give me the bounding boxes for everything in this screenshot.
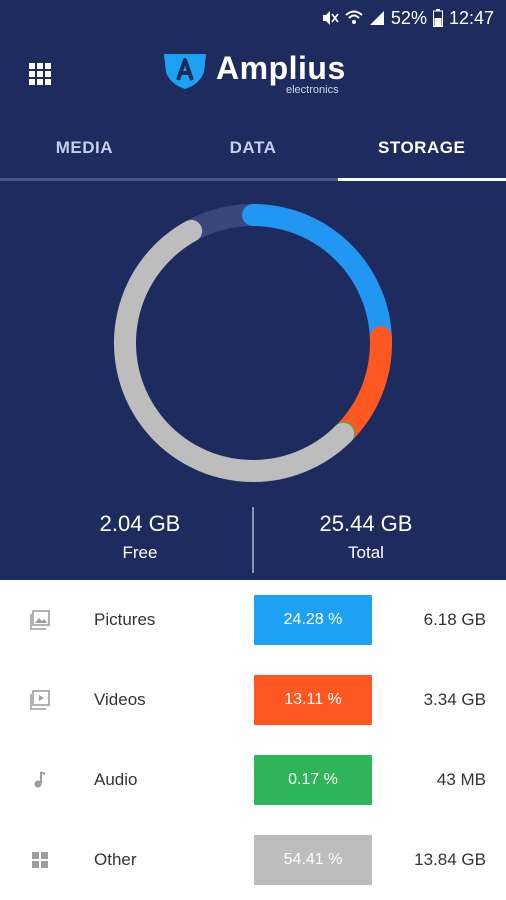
tab-storage[interactable]: STORAGE — [337, 126, 506, 178]
category-name: Audio — [94, 770, 138, 789]
total-space-value: 25.44 GB — [319, 511, 413, 536]
tab-media[interactable]: MEDIA — [0, 126, 169, 178]
free-space-summary: 2.04 GB Free — [40, 511, 240, 563]
category-row-other[interactable]: Other 54.41 % 13.84 GB — [0, 820, 506, 900]
category-list: Pictures 24.28 % 6.18 GB Videos 13.11 % … — [0, 580, 506, 900]
category-percent-badge: 24.28 % — [254, 595, 372, 645]
category-percent-badge: 54.41 % — [254, 835, 372, 885]
donut-slice-other — [114, 219, 355, 482]
total-space-label: Total — [348, 543, 384, 562]
category-row-pictures[interactable]: Pictures 24.28 % 6.18 GB — [0, 580, 506, 660]
donut-slice-videos — [333, 326, 392, 444]
category-name: Videos — [94, 690, 146, 709]
tab-data[interactable]: DATA — [169, 126, 338, 178]
category-size: 6.18 GB — [423, 610, 486, 629]
music-note-icon — [34, 771, 46, 788]
category-percent-badge: 13.11 % — [254, 675, 372, 725]
storage-summary: 2.04 GB Free 25.44 GB Total — [0, 505, 506, 575]
battery-icon — [432, 9, 443, 27]
status-bar: 52% 12:47 — [321, 6, 494, 30]
category-name: Pictures — [94, 610, 156, 629]
total-space-summary: 25.44 GB Total — [266, 511, 466, 563]
mute-icon — [322, 11, 339, 25]
app-logo: Amplius electronics — [160, 46, 360, 102]
tab-active-indicator — [338, 178, 506, 181]
category-size: 3.34 GB — [423, 690, 486, 709]
category-row-videos[interactable]: Videos 13.11 % 3.34 GB — [0, 660, 506, 740]
tab-bar: MEDIA DATA STORAGE — [0, 126, 506, 178]
clock: 12:47 — [448, 7, 494, 28]
category-size: 13.84 GB — [414, 850, 486, 869]
storage-donut-chart — [114, 204, 392, 482]
apps-icon — [32, 852, 48, 868]
free-space-value: 2.04 GB — [99, 511, 181, 536]
category-size: 43 MB — [436, 770, 486, 789]
summary-divider — [252, 507, 254, 573]
category-name: Other — [94, 850, 137, 869]
wifi-icon — [345, 10, 363, 24]
category-row-audio[interactable]: Audio 0.17 % 43 MB — [0, 740, 506, 820]
image-icon — [30, 610, 50, 630]
free-space-label: Free — [122, 543, 158, 562]
apps-grid-icon[interactable] — [28, 62, 52, 86]
logo-shield-icon — [164, 54, 206, 89]
video-icon — [30, 690, 50, 710]
category-percent-badge: 0.17 % — [254, 755, 372, 805]
logo-wordmark: Amplius — [216, 50, 346, 86]
battery-percent: 52% — [390, 7, 427, 28]
donut-slice-pictures — [242, 204, 392, 349]
logo-subtitle: electronics — [286, 84, 339, 96]
signal-icon — [369, 11, 384, 25]
